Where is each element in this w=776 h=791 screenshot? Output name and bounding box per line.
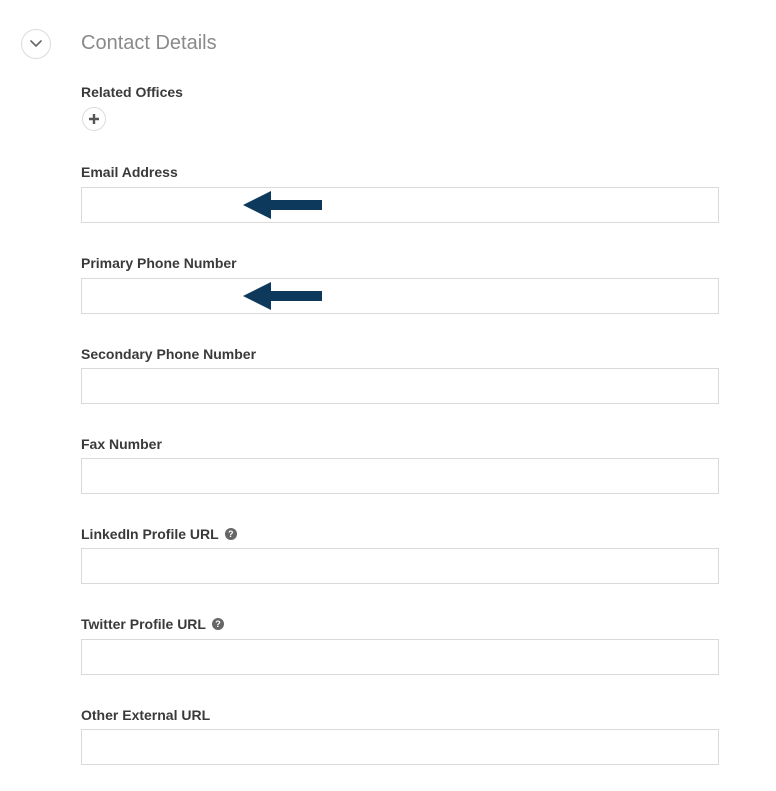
question-circle-icon[interactable]: ?: [211, 618, 224, 630]
question-circle-icon[interactable]: ?: [224, 528, 237, 540]
email-field[interactable]: [81, 187, 719, 223]
email-label: Email Address: [81, 164, 178, 180]
twitter-label: Twitter Profile URL ?: [81, 616, 224, 632]
chevron-down-icon: [30, 40, 42, 48]
fax-field[interactable]: [81, 458, 719, 494]
section-title: Contact Details: [81, 32, 217, 54]
section-collapse-toggle[interactable]: [21, 29, 51, 59]
add-related-office-button[interactable]: [82, 107, 106, 131]
left-arrow-icon: [243, 282, 322, 310]
linkedin-url-field[interactable]: [81, 548, 719, 584]
other-url-field[interactable]: [81, 729, 719, 765]
left-arrow-icon: [243, 191, 322, 219]
primary-phone-field[interactable]: [81, 278, 719, 314]
secondary-phone-label: Secondary Phone Number: [81, 346, 257, 362]
fax-label: Fax Number: [81, 436, 162, 452]
linkedin-label: LinkedIn Profile URL ?: [81, 526, 237, 542]
twitter-url-field[interactable]: [81, 639, 719, 675]
secondary-phone-field[interactable]: [81, 368, 719, 404]
primary-phone-label: Primary Phone Number: [81, 255, 237, 271]
other-url-label: Other External URL: [81, 707, 211, 723]
plus-icon: [89, 114, 99, 124]
related-offices-label: Related Offices: [81, 84, 183, 100]
